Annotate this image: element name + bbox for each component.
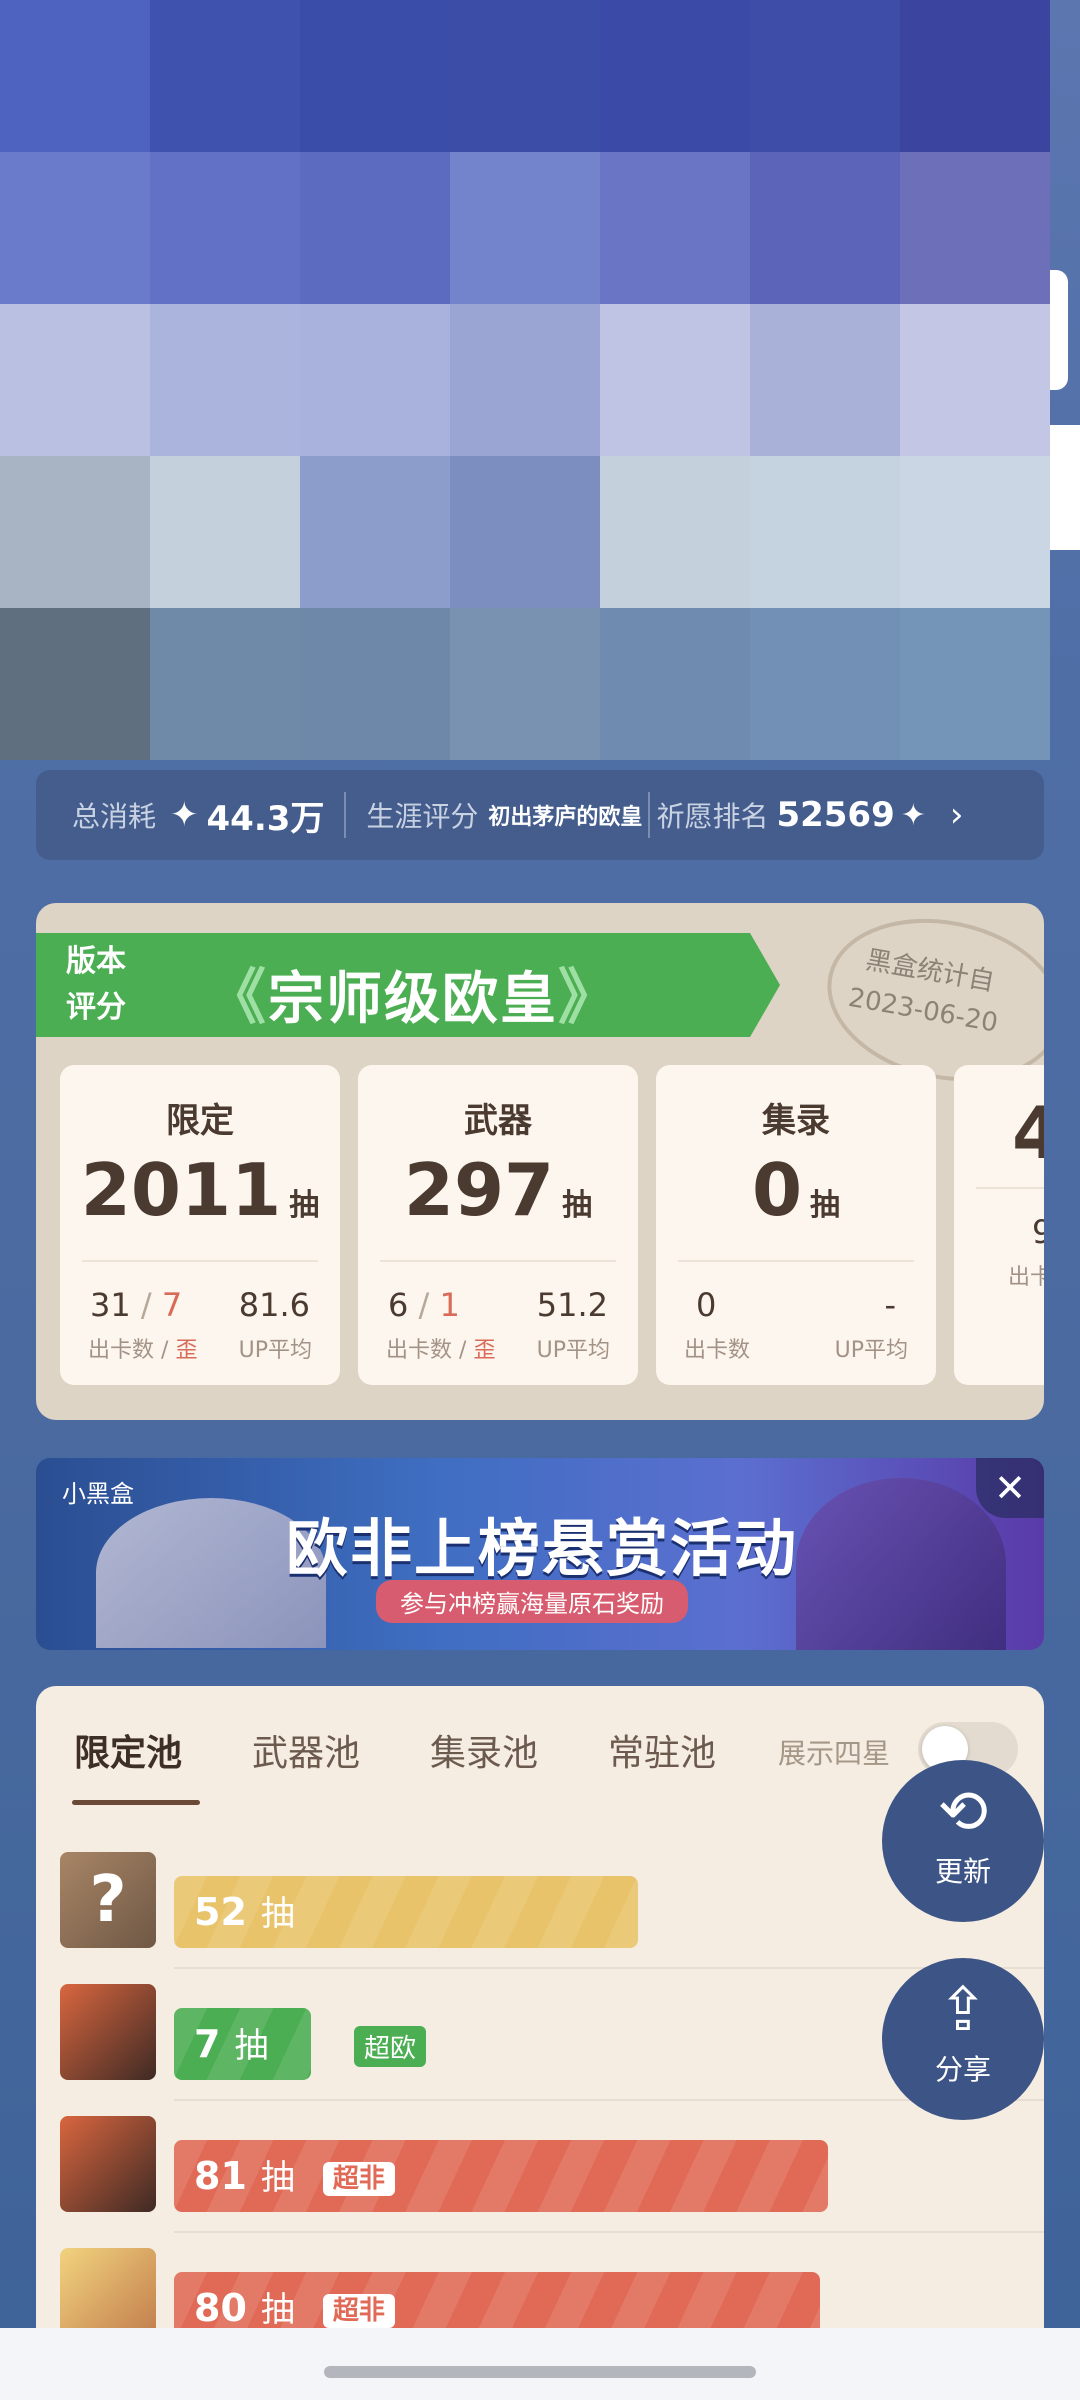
share-icon: ⇪ [937, 1975, 989, 2045]
tab-standard[interactable]: 常驻池 [608, 1724, 716, 1776]
version-score-label: 版本 评分 [66, 944, 126, 1025]
card-count: 4 [1012, 1091, 1044, 1175]
stat-card-standard[interactable]: 4 9 出卡 [954, 1065, 1044, 1385]
card-unit: 抽 [810, 1188, 841, 1223]
pull-count-bar: 52 抽 [174, 1876, 638, 1948]
card-unit: 抽 [562, 1188, 593, 1223]
pull-count-bar: 7抽 [174, 2008, 311, 2080]
ad-subtitle: 参与冲榜赢海量原石奖励 [376, 1580, 688, 1623]
chevron-right-icon[interactable]: › [950, 795, 964, 835]
card-count: 0 [751, 1148, 803, 1232]
score-rank-title: 《宗师级欧皇》 [206, 949, 620, 1036]
card-avg: 81.6 [238, 1286, 310, 1324]
show-four-star-label: 展示四星 [778, 1737, 891, 1770]
stat-card-limited[interactable]: 限定 2011 抽 31 / 7 81.6 出卡数 / 歪 UP平均 [60, 1065, 340, 1385]
ad-title: 欧非上榜悬赏活动 [286, 1512, 799, 1585]
card-avg: 51.2 [536, 1286, 608, 1324]
refresh-icon: ⟲ [937, 1777, 989, 1847]
card-off: 7 [161, 1286, 183, 1324]
refresh-label: 更新 [934, 1855, 991, 1888]
list-item[interactable]: 7抽 超欧 [60, 1968, 1044, 2101]
laurel-left-icon: 《 [206, 963, 268, 1033]
card-name: 集录 [762, 1101, 830, 1141]
card-out: 6 [388, 1286, 409, 1324]
card-out: 0 [696, 1286, 717, 1324]
career-score-label: 生涯评分 [366, 800, 479, 833]
card-off: 1 [439, 1286, 460, 1324]
close-icon[interactable]: ✕ [976, 1458, 1044, 1518]
card-avg: - [884, 1286, 896, 1324]
active-tab-indicator [72, 1800, 200, 1805]
share-label: 分享 [934, 2053, 991, 2086]
card-out: 31 [90, 1286, 131, 1324]
ad-character-right [796, 1478, 1006, 1650]
wish-rank-value: 52569 [776, 795, 895, 835]
ad-logo: 小黑盒 [62, 1480, 134, 1508]
stat-card-weapon[interactable]: 武器 297 抽 6 / 1 51.2 出卡数 / 歪 UP平均 [358, 1065, 638, 1385]
rank-chart-icon: ✦ [900, 797, 926, 833]
primogem-icon: ✦ [170, 795, 199, 835]
total-spend-label: 总消耗 [72, 800, 157, 833]
laurel-right-icon: 》 [558, 963, 620, 1033]
system-nav-bar [0, 2328, 1080, 2400]
divider [344, 792, 347, 838]
card-name: 武器 [464, 1101, 532, 1141]
stat-card-chronicled[interactable]: 集录 0抽 0- 出卡数 UP平均 [656, 1065, 936, 1385]
list-item[interactable]: ? 52 抽 [60, 1836, 1044, 1969]
version-score-card: 黑盒统计自 2023-06-20 版本 评分 《宗师级欧皇》 限定 2011 抽 … [36, 903, 1044, 1420]
career-score-title: 初出茅庐的欧皇 [488, 805, 643, 830]
card-count: 2011 [80, 1148, 282, 1232]
tab-chronicled[interactable]: 集录池 [430, 1724, 538, 1776]
status-badge: 超欧 [354, 2026, 427, 2067]
card-name: 限定 [166, 1101, 234, 1141]
censored-profile-header [0, 0, 1050, 760]
share-button[interactable]: ⇪ 分享 [882, 1958, 1044, 2120]
side-panel-edge [1050, 270, 1068, 390]
home-gesture-pill[interactable] [324, 2366, 756, 2378]
total-spend-value: 44.3万 [206, 798, 325, 839]
card-out: 9 [1032, 1213, 1044, 1251]
pool-stat-cards: 限定 2011 抽 31 / 7 81.6 出卡数 / 歪 UP平均 武器 297 抽 … [60, 1065, 1044, 1385]
card-unit: 抽 [289, 1188, 320, 1223]
tab-limited[interactable]: 限定池 [74, 1724, 182, 1776]
tab-weapon[interactable]: 武器池 [252, 1724, 360, 1776]
character-avatar [60, 1984, 156, 2080]
event-ad-banner[interactable]: 小黑盒 欧非上榜悬赏活动 参与冲榜赢海量原石奖励 ✕ [36, 1458, 1044, 1650]
refresh-button[interactable]: ⟲ 更新 [882, 1760, 1044, 1922]
list-item[interactable]: 81 抽超非 [60, 2100, 1044, 2233]
card-count: 297 [403, 1148, 555, 1232]
pull-count-bar: 81 抽超非 [174, 2140, 828, 2212]
unknown-character-icon: ? [60, 1852, 156, 1948]
character-avatar [60, 2116, 156, 2212]
side-panel-edge [1050, 425, 1080, 550]
wish-rank-label: 祈愿排名 [656, 800, 769, 833]
status-badge: 超非 [322, 2161, 395, 2196]
score-title-text: 宗师级欧皇 [268, 967, 558, 1032]
status-badge: 超非 [322, 2293, 395, 2328]
stats-summary-bar[interactable]: 总消耗 ✦ 44.3万 生涯评分 初出茅庐的欧皇 祈愿排名 52569 ✦ › [36, 770, 1044, 860]
divider [648, 792, 651, 838]
pool-tabs: 限定池 武器池 集录池 常驻池 [74, 1724, 716, 1776]
